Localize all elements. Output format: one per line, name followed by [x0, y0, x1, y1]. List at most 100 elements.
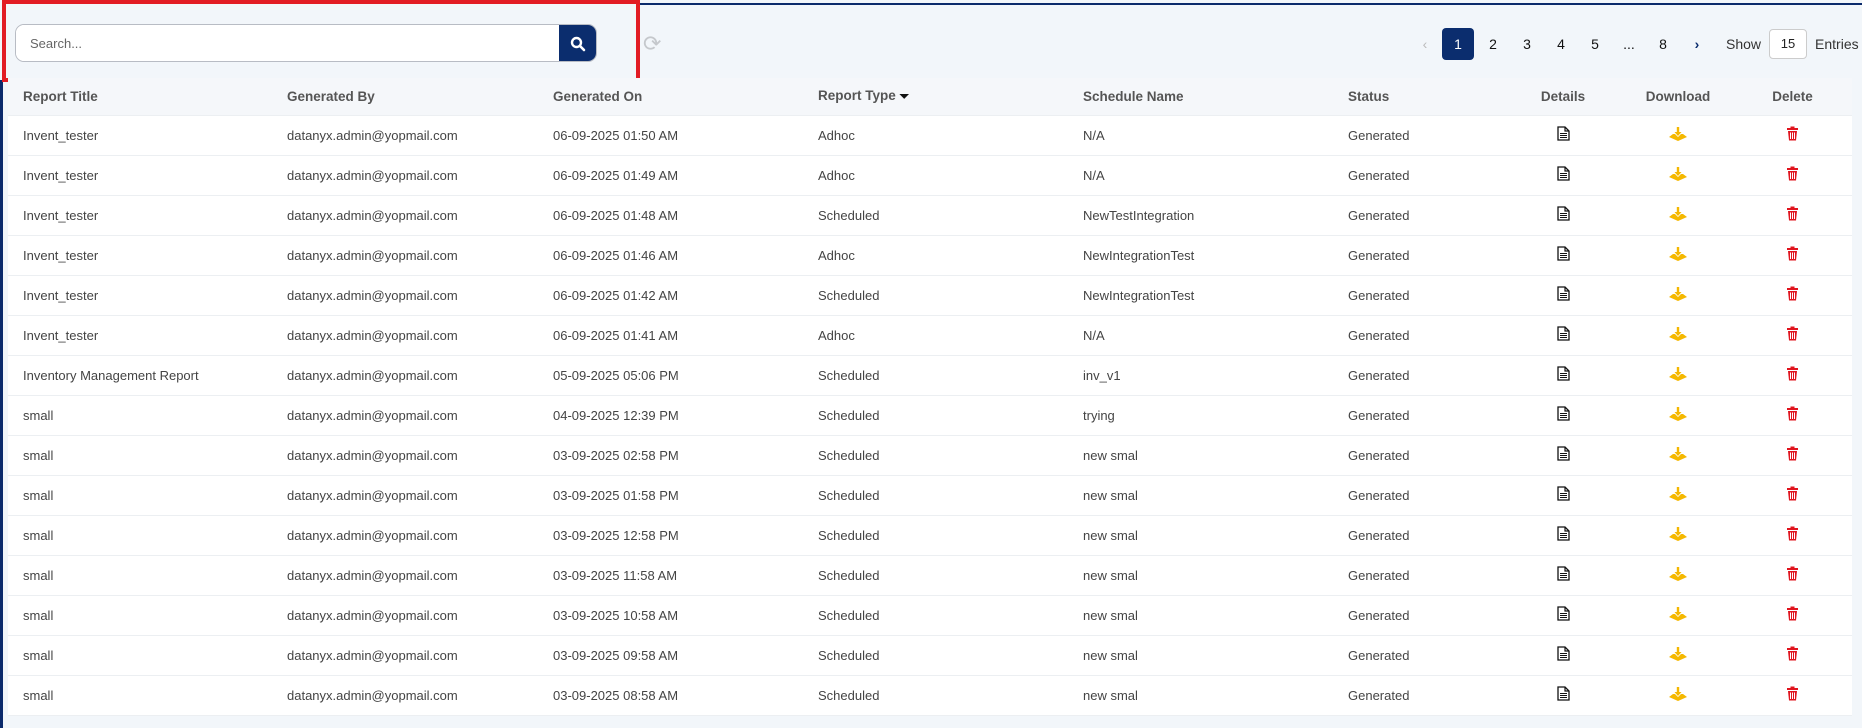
pagination: ‹ 1 2 3 4 5 ... 8 › Show 15 Entries [1408, 28, 1859, 60]
download-icon[interactable] [1668, 326, 1688, 345]
cell-schedule-name: new smal [1068, 635, 1333, 676]
download-icon[interactable] [1668, 286, 1688, 305]
details-icon[interactable] [1556, 246, 1570, 264]
cell-report-title: small [8, 555, 272, 596]
download-icon[interactable] [1668, 366, 1688, 385]
refresh-icon[interactable]: ⟳ [643, 31, 661, 57]
cell-download [1623, 115, 1733, 156]
cell-generated-on: 06-09-2025 01:49 AM [538, 155, 803, 196]
details-icon[interactable] [1556, 366, 1570, 384]
page-2[interactable]: 2 [1476, 28, 1510, 60]
download-icon[interactable] [1668, 566, 1688, 585]
cell-generated-by: datanyx.admin@yopmail.com [272, 635, 538, 676]
cell-report-title: Invent_tester [8, 115, 272, 156]
cell-details [1503, 475, 1623, 516]
download-icon[interactable] [1668, 406, 1688, 425]
cell-status: Generated [1333, 315, 1503, 356]
cell-details [1503, 195, 1623, 236]
table-row: small datanyx.admin@yopmail.com 03-09-2025… [8, 515, 1852, 556]
details-icon[interactable] [1556, 286, 1570, 304]
top-border [640, 3, 1862, 5]
download-icon[interactable] [1668, 486, 1688, 505]
cell-report-title: Invent_tester [8, 195, 272, 236]
delete-icon[interactable] [1786, 686, 1799, 704]
page-1[interactable]: 1 [1442, 28, 1474, 60]
details-icon[interactable] [1556, 326, 1570, 344]
delete-icon[interactable] [1786, 206, 1799, 224]
table-row: small datanyx.admin@yopmail.com 04-09-2025… [8, 395, 1852, 436]
filter-icon[interactable]: ⏷ [900, 89, 910, 103]
download-icon[interactable] [1668, 126, 1688, 145]
table-row: small datanyx.admin@yopmail.com 03-09-2025… [8, 675, 1852, 716]
cell-report-type: Scheduled [803, 635, 1068, 676]
cell-schedule-name: NewIntegrationTest [1068, 235, 1333, 276]
details-icon[interactable] [1556, 686, 1570, 704]
download-icon[interactable] [1668, 686, 1688, 705]
details-icon[interactable] [1556, 526, 1570, 544]
details-icon[interactable] [1556, 566, 1570, 584]
cell-generated-by: datanyx.admin@yopmail.com [272, 155, 538, 196]
delete-icon[interactable] [1786, 166, 1799, 184]
delete-icon[interactable] [1786, 566, 1799, 584]
cell-report-type: Adhoc [803, 115, 1068, 156]
details-icon[interactable] [1556, 606, 1570, 624]
table-row: Invent_tester datanyx.admin@yopmail.com 06… [8, 195, 1852, 236]
table-row: Invent_tester datanyx.admin@yopmail.com 06… [8, 155, 1852, 196]
page-3[interactable]: 3 [1510, 28, 1544, 60]
cell-status: Generated [1333, 675, 1503, 716]
details-icon[interactable] [1556, 646, 1570, 664]
details-icon[interactable] [1556, 206, 1570, 224]
next-page-button[interactable]: › [1680, 28, 1714, 60]
cell-download [1623, 475, 1733, 516]
cell-report-title: small [8, 675, 272, 716]
page-5[interactable]: 5 [1578, 28, 1612, 60]
cell-generated-by: datanyx.admin@yopmail.com [272, 515, 538, 556]
page-8[interactable]: 8 [1646, 28, 1680, 60]
delete-icon[interactable] [1786, 406, 1799, 424]
cell-schedule-name: new smal [1068, 435, 1333, 476]
table-row: small datanyx.admin@yopmail.com 03-09-2025… [8, 555, 1852, 596]
download-icon[interactable] [1668, 646, 1688, 665]
delete-icon[interactable] [1786, 286, 1799, 304]
cell-download [1623, 195, 1733, 236]
cell-generated-by: datanyx.admin@yopmail.com [272, 675, 538, 716]
cell-report-title: small [8, 395, 272, 436]
details-icon[interactable] [1556, 166, 1570, 184]
cell-details [1503, 275, 1623, 316]
cell-download [1623, 595, 1733, 636]
page-4[interactable]: 4 [1544, 28, 1578, 60]
cell-report-type: Scheduled [803, 395, 1068, 436]
cell-report-title: small [8, 595, 272, 636]
details-icon[interactable] [1556, 486, 1570, 504]
details-icon[interactable] [1556, 446, 1570, 464]
cell-schedule-name: new smal [1068, 475, 1333, 516]
download-icon[interactable] [1668, 246, 1688, 265]
delete-icon[interactable] [1786, 246, 1799, 264]
cell-generated-on: 03-09-2025 12:58 PM [538, 515, 803, 556]
cell-generated-by: datanyx.admin@yopmail.com [272, 235, 538, 276]
delete-icon[interactable] [1786, 526, 1799, 544]
download-icon[interactable] [1668, 606, 1688, 625]
prev-page-button[interactable]: ‹ [1408, 28, 1442, 60]
download-icon[interactable] [1668, 166, 1688, 185]
details-icon[interactable] [1556, 126, 1570, 144]
delete-icon[interactable] [1786, 366, 1799, 384]
delete-icon[interactable] [1786, 446, 1799, 464]
cell-report-type: Scheduled [803, 475, 1068, 516]
delete-icon[interactable] [1786, 126, 1799, 144]
download-icon[interactable] [1668, 446, 1688, 465]
delete-icon[interactable] [1786, 326, 1799, 344]
download-icon[interactable] [1668, 206, 1688, 225]
download-icon[interactable] [1668, 526, 1688, 545]
delete-icon[interactable] [1786, 646, 1799, 664]
entries-input[interactable]: 15 [1769, 29, 1808, 59]
cell-download [1623, 395, 1733, 436]
cell-schedule-name: N/A [1068, 115, 1333, 156]
details-icon[interactable] [1556, 406, 1570, 424]
cell-generated-by: datanyx.admin@yopmail.com [272, 435, 538, 476]
cell-report-type: Scheduled [803, 435, 1068, 476]
cell-status: Generated [1333, 235, 1503, 276]
delete-icon[interactable] [1786, 486, 1799, 504]
delete-icon[interactable] [1786, 606, 1799, 624]
cell-generated-by: datanyx.admin@yopmail.com [272, 555, 538, 596]
